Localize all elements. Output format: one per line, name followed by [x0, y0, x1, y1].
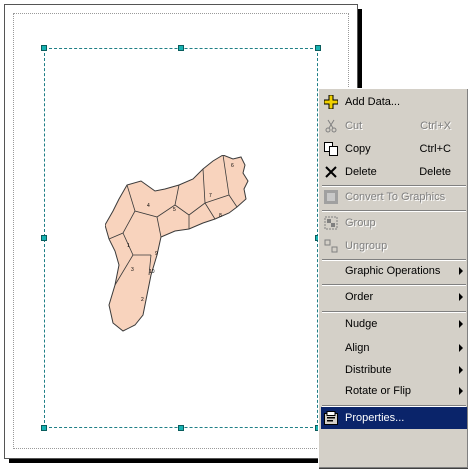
menu-item-group[interactable]: Group [321, 212, 467, 234]
submenu-arrow-icon [459, 293, 463, 301]
district-label: 6 [231, 163, 234, 169]
menu-item-cut[interactable]: Cut Ctrl+X [321, 115, 467, 137]
add-data-icon [323, 94, 339, 110]
menu-item-align[interactable]: Align [321, 337, 467, 359]
menu-item-nudge[interactable]: Nudge [321, 313, 467, 335]
district-label: 8 [219, 213, 222, 219]
submenu-arrow-icon [459, 267, 463, 275]
district-label: 2 [141, 297, 144, 303]
menu-item-add-data[interactable]: Add Data... [321, 91, 467, 113]
district-map: 6 4 5 7 8 1 3 9 10 2 [105, 155, 249, 332]
menu-item-distribute[interactable]: Distribute [321, 359, 467, 381]
submenu-arrow-icon [459, 344, 463, 352]
ungroup-icon [323, 238, 339, 254]
resize-handle-nw[interactable] [41, 45, 47, 51]
menu-item-rotate-or-flip[interactable]: Rotate or Flip [321, 380, 467, 402]
menu-item-delete[interactable]: Delete Delete [321, 161, 467, 183]
district-label: 5 [173, 207, 176, 213]
district-label: 4 [147, 203, 150, 209]
district-label: 9 [155, 251, 158, 257]
district-label: 1 [127, 243, 130, 249]
page-shadow [9, 459, 362, 463]
menu-item-graphic-operations[interactable]: Graphic Operations [321, 260, 467, 282]
menu-item-convert-to-graphics[interactable]: Convert To Graphics [321, 186, 467, 208]
submenu-arrow-icon [459, 320, 463, 328]
context-menu: Add Data... Cut Ctrl+X Copy Ctrl+C Delet… [318, 88, 468, 468]
resize-handle-s[interactable] [178, 425, 184, 431]
submenu-arrow-icon [459, 387, 463, 395]
district-label: 7 [209, 193, 212, 199]
menu-item-order[interactable]: Order [321, 286, 467, 308]
district-label: 3 [131, 267, 134, 273]
submenu-arrow-icon [459, 366, 463, 374]
menu-item-ungroup[interactable]: Ungroup [321, 235, 467, 257]
properties-icon [323, 410, 339, 426]
scissors-icon [323, 118, 339, 134]
menu-item-copy[interactable]: Copy Ctrl+C [321, 138, 467, 160]
resize-handle-sw[interactable] [41, 425, 47, 431]
resize-handle-ne[interactable] [315, 45, 321, 51]
delete-x-icon [323, 164, 339, 180]
group-icon [323, 215, 339, 231]
copy-icon [323, 141, 339, 157]
resize-handle-n[interactable] [178, 45, 184, 51]
menu-item-properties[interactable]: Properties... [321, 407, 467, 429]
convert-graphics-icon [323, 189, 339, 205]
district-label: 10 [149, 269, 155, 275]
resize-handle-w[interactable] [41, 235, 47, 241]
